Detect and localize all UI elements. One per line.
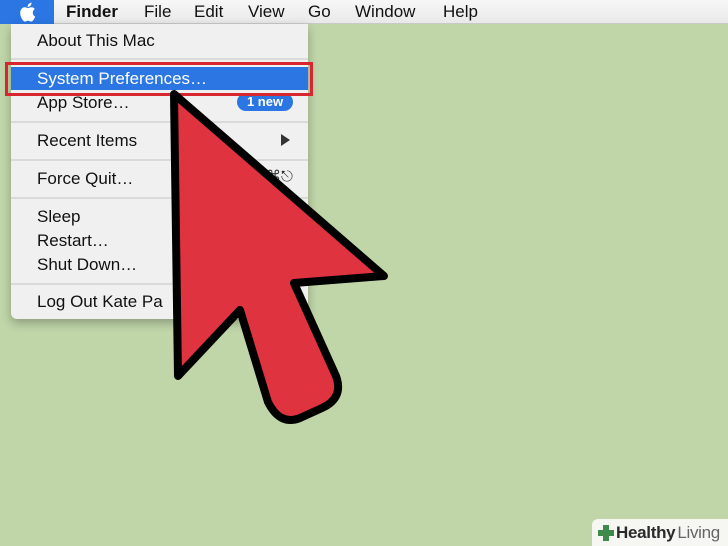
healthy-living-watermark: Healthy Living bbox=[592, 519, 728, 546]
red-pointer-arrow-icon bbox=[170, 90, 388, 424]
watermark-brand-light: Living bbox=[677, 522, 720, 542]
watermark-brand-bold: Healthy bbox=[616, 522, 676, 542]
healthy-living-logo-icon bbox=[598, 524, 614, 541]
